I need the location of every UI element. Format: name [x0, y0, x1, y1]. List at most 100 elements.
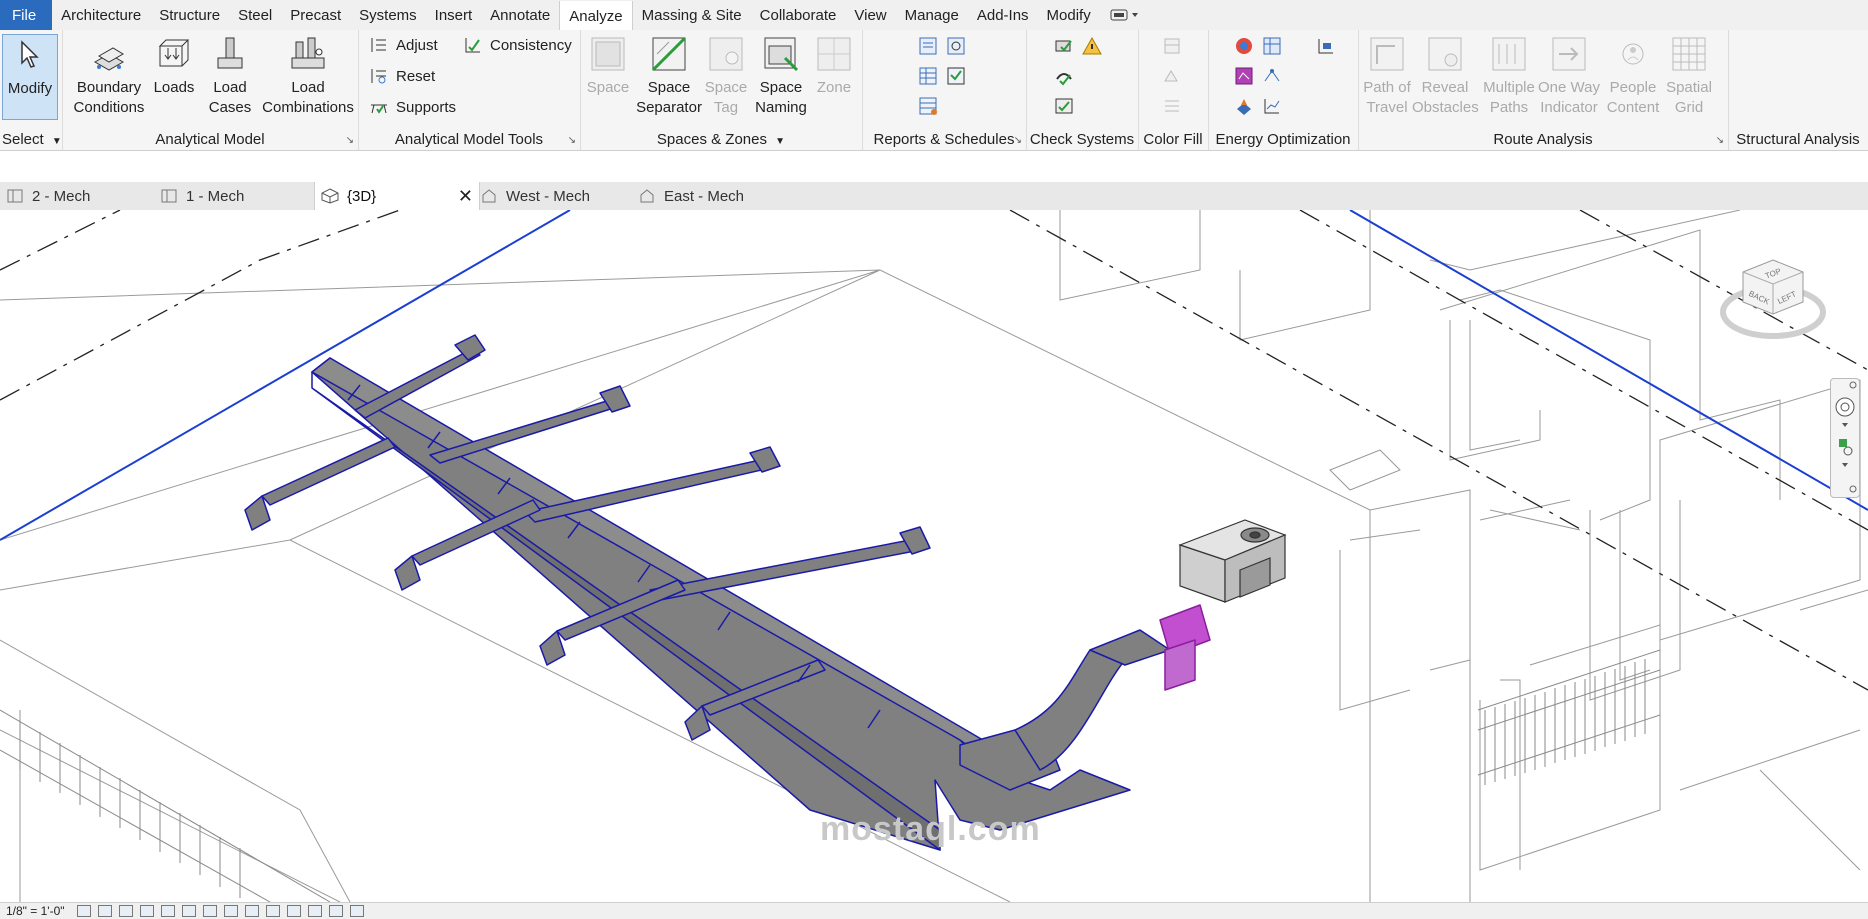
sun-path-icon[interactable] [118, 905, 133, 917]
tab-massing-site[interactable]: Massing & Site [633, 0, 751, 30]
modify-button-label: Modify [7, 80, 53, 97]
optimize-icon[interactable] [1232, 94, 1256, 118]
space-naming-label: Space Naming [755, 79, 807, 116]
highlight-displacement-icon[interactable] [328, 905, 343, 917]
panel-spaces-zones: Space Space Separator Space Tag Space Na… [580, 30, 863, 150]
show-crop-region-icon[interactable] [202, 905, 217, 917]
people-content-label: People Content [1606, 79, 1660, 116]
consistency-button[interactable]: Consistency [462, 32, 572, 58]
systems-analysis-icon[interactable] [1232, 64, 1256, 88]
supports-button[interactable]: Supports [368, 94, 456, 120]
loads-button[interactable]: Loads [146, 34, 202, 98]
tab-insert[interactable]: Insert [426, 0, 482, 30]
load-combinations-button[interactable]: Load Combinations [258, 34, 358, 118]
spatial-grid-button[interactable]: Spatial Grid [1660, 34, 1718, 118]
duct-legend-icon[interactable] [1160, 34, 1184, 58]
view-tab-2-mech[interactable]: 2 - Mech [0, 182, 162, 210]
adjust-button[interactable]: Adjust [368, 32, 438, 58]
tab-view[interactable]: View [845, 0, 895, 30]
reveal-obstacles-button[interactable]: Reveal Obstacles [1412, 34, 1479, 118]
analytical-model-icon[interactable] [307, 905, 322, 917]
show-disconnects-icon[interactable] [1080, 34, 1104, 58]
reveal-hidden-icon[interactable] [265, 905, 280, 917]
dialog-launcher-icon[interactable]: ↘ [568, 135, 576, 146]
energy-analysis-chart-icon[interactable] [1314, 34, 1338, 58]
reveal-constraints-icon[interactable] [349, 905, 364, 917]
select-dropdown[interactable]: Select ▼ [0, 131, 62, 148]
view-tab-1-mech[interactable]: 1 - Mech [160, 182, 310, 210]
shadows-icon[interactable] [139, 905, 154, 917]
generate-insight-icon[interactable] [1260, 64, 1284, 88]
file-menu[interactable]: File [0, 0, 53, 30]
tab-steel[interactable]: Steel [229, 0, 281, 30]
steering-wheel-icon[interactable] [1835, 397, 1855, 417]
tab-structure[interactable]: Structure [150, 0, 229, 30]
qat-dropdown[interactable] [1100, 0, 1150, 30]
temporary-view-properties-icon[interactable] [286, 905, 301, 917]
pipe-legend-icon[interactable] [1160, 64, 1184, 88]
visual-style-icon[interactable] [97, 905, 112, 917]
render-icon[interactable] [160, 905, 175, 917]
modify-button[interactable]: Modify [2, 34, 58, 120]
check-duct-systems-icon[interactable] [1052, 34, 1076, 58]
zoom-icon[interactable] [1839, 439, 1853, 456]
panel-title-spaces-zones[interactable]: Spaces & Zones ▼ [580, 131, 862, 148]
dialog-launcher-icon[interactable]: ↘ [346, 135, 354, 146]
temporary-hide-icon[interactable] [244, 905, 259, 917]
tab-manage[interactable]: Manage [896, 0, 968, 30]
boundary-conditions-icon [89, 34, 129, 74]
energy-settings-icon[interactable] [1232, 34, 1256, 58]
note-block-icon[interactable] [916, 94, 940, 118]
settings-icon[interactable] [1849, 485, 1857, 493]
create-energy-model-icon[interactable] [1260, 34, 1284, 58]
tab-systems[interactable]: Systems [350, 0, 426, 30]
color-fill-legend-icon[interactable] [1160, 94, 1184, 118]
view-scale[interactable]: 1/8" = 1'-0" [0, 904, 77, 918]
tab-modify[interactable]: Modify [1038, 0, 1100, 30]
schedule-quantities-icon[interactable] [944, 64, 968, 88]
performance-chart-icon[interactable] [1260, 94, 1284, 118]
people-content-button[interactable]: People Content [1602, 34, 1664, 118]
tab-add-ins[interactable]: Add-Ins [968, 0, 1038, 30]
reset-button[interactable]: Reset [368, 63, 435, 89]
close-icon[interactable] [1849, 381, 1857, 389]
tab-annotate[interactable]: Annotate [481, 0, 559, 30]
check-circuits-icon[interactable] [1052, 94, 1076, 118]
zone-icon [814, 34, 854, 74]
spatial-grid-label: Spatial Grid [1666, 79, 1712, 116]
close-icon[interactable]: ✕ [458, 186, 473, 207]
tab-collaborate[interactable]: Collaborate [751, 0, 846, 30]
crop-view-icon[interactable] [181, 905, 196, 917]
panel-check-systems: Check Systems [1026, 30, 1139, 150]
dialog-launcher-icon[interactable]: ↘ [1014, 135, 1022, 146]
boundary-conditions-button[interactable]: Boundary Conditions [68, 34, 150, 118]
tab-architecture[interactable]: Architecture [52, 0, 150, 30]
pipe-pressure-loss-report-icon[interactable] [944, 34, 968, 58]
tab-analyze[interactable]: Analyze [559, 1, 633, 31]
space-naming-button[interactable]: Space Naming [750, 34, 812, 118]
view-tab-east-mech[interactable]: East - Mech [638, 182, 788, 210]
reset-label: Reset [396, 67, 436, 85]
load-combinations-label: Load Combinations [262, 79, 354, 116]
load-cases-button[interactable]: Load Cases [202, 34, 258, 118]
check-pipe-systems-icon[interactable] [1052, 64, 1076, 88]
space-naming-icon [761, 34, 801, 74]
duct-pressure-loss-report-icon[interactable] [916, 34, 940, 58]
dialog-launcher-icon[interactable]: ↘ [1716, 135, 1724, 146]
view-tab-3d[interactable]: {3D} ✕ [314, 182, 480, 210]
space-tag-button[interactable]: Space Tag [698, 34, 754, 118]
space-button[interactable]: Space [580, 34, 636, 98]
view-tab-west-mech[interactable]: West - Mech [480, 182, 630, 210]
tab-precast[interactable]: Precast [281, 0, 350, 30]
one-way-indicator-button[interactable]: One Way Indicator [1538, 34, 1600, 118]
zone-button[interactable]: Zone [806, 34, 862, 98]
3d-viewport[interactable]: TOP BACK LEFT mostaql.com [0, 210, 1868, 902]
space-separator-button[interactable]: Space Separator [636, 34, 702, 118]
panel-schedules-icon[interactable] [916, 64, 940, 88]
path-of-travel-button[interactable]: Path of Travel [1358, 34, 1416, 118]
lock-3d-view-icon[interactable] [223, 905, 238, 917]
multiple-paths-button[interactable]: Multiple Paths [1478, 34, 1540, 118]
viewcube[interactable]: TOP BACK LEFT [1718, 250, 1828, 365]
detail-level-icon[interactable] [76, 905, 91, 917]
view-tab-label: {3D} [347, 187, 377, 205]
